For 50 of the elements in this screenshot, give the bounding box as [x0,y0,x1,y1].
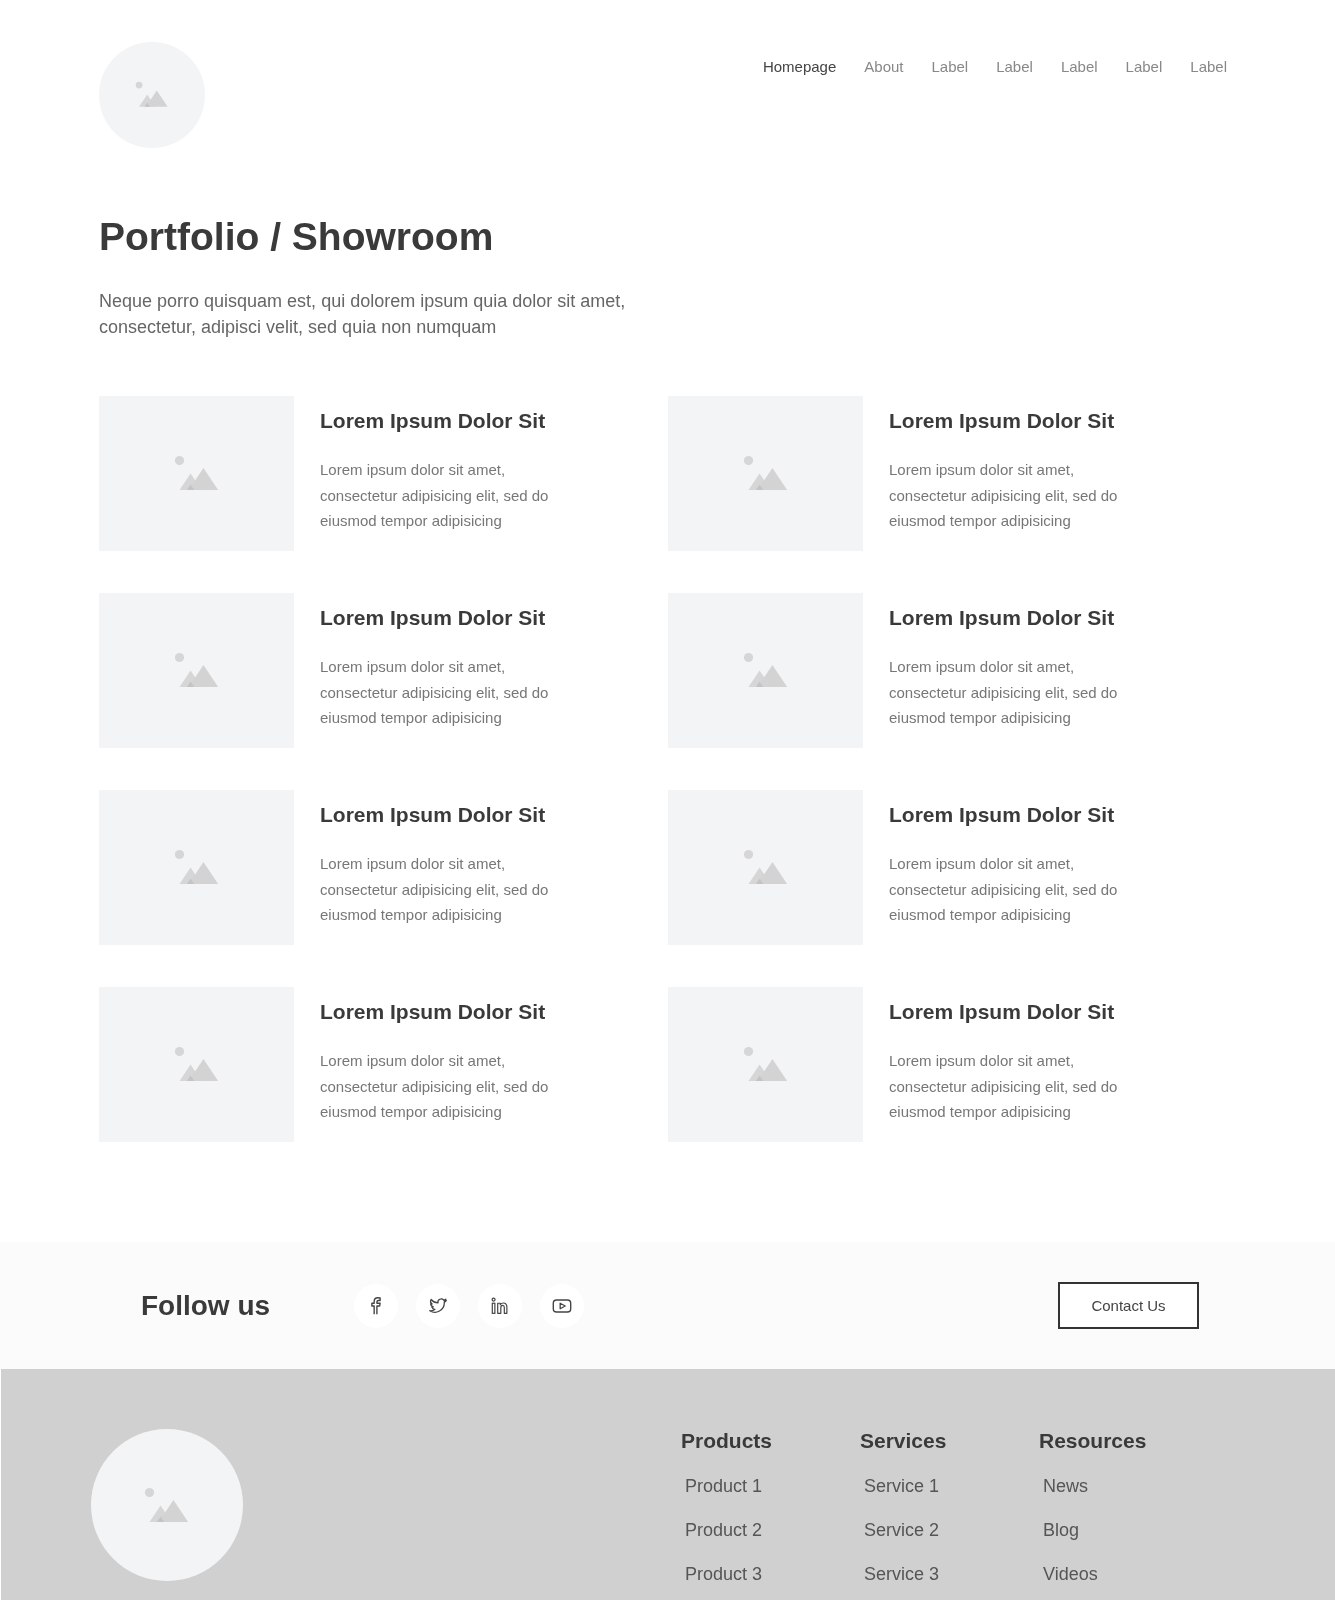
footer-link[interactable]: Videos [1043,1561,1218,1588]
image-icon [135,81,169,109]
image-icon [173,652,220,689]
footer-link[interactable]: Blog [1043,1517,1218,1544]
card-text: Lorem ipsum dolor sit amet, consectetur adipisicing elit, sed do eiusmod tempor adipisicing [320,460,550,531]
nav-link[interactable]: Label [917,58,983,75]
image-icon [173,1046,220,1083]
footer-heading: Services [860,1428,948,1454]
page-title: Portfolio / Showroom [99,214,495,260]
nav-link[interactable]: Label [1111,58,1177,75]
follow-heading: Follow us [141,1289,272,1322]
image-icon [144,1486,190,1524]
card-text: Lorem ipsum dolor sit amet, consectetur adipisicing elit, sed do eiusmod tempor adipisicing [320,854,550,925]
card-title: Lorem Ipsum Dolor Sit [889,408,1116,434]
card-text: Lorem ipsum dolor sit amet, consectetur adipisicing elit, sed do eiusmod tempor adipisicing [889,1051,1119,1122]
card-text: Lorem ipsum dolor sit amet, consectetur adipisicing elit, sed do eiusmod tempor adipisicing [889,854,1119,925]
linkedin-icon [489,1294,511,1317]
image-icon [173,849,220,886]
intro-text: Neque porro quisquam est, qui dolorem ipsum quia dolor sit amet, consectetur, adipisci velit, sed quia non numquam [99,290,627,339]
nav-link[interactable]: Label [1046,58,1112,75]
footer-link[interactable]: Service 3 [864,1561,1039,1588]
card-title: Lorem Ipsum Dolor Sit [889,999,1116,1025]
image-icon [742,849,789,886]
card-title: Lorem Ipsum Dolor Sit [320,605,547,631]
card-text: Lorem ipsum dolor sit amet, consectetur adipisicing elit, sed do eiusmod tempor adipisicing [320,1051,550,1122]
card-title: Lorem Ipsum Dolor Sit [320,999,547,1025]
footer-link[interactable]: Product 3 [685,1561,860,1588]
footer-heading: Products [681,1428,773,1454]
nav-link[interactable]: Label [1176,58,1227,75]
image-icon [742,652,789,689]
nav-link[interactable]: About [850,58,918,75]
card-title: Lorem Ipsum Dolor Sit [889,802,1116,828]
image-icon [742,1046,789,1083]
card-text: Lorem ipsum dolor sit amet, consectetur adipisicing elit, sed do eiusmod tempor adipisicing [320,657,550,728]
contact-button[interactable]: Contact Us [1058,1282,1199,1329]
nav-link[interactable]: Label [982,58,1047,75]
card-title: Lorem Ipsum Dolor Sit [320,408,547,434]
card-title: Lorem Ipsum Dolor Sit [320,802,547,828]
footer-link[interactable]: Service 2 [864,1517,1039,1544]
image-icon [742,455,789,492]
card-title: Lorem Ipsum Dolor Sit [889,605,1116,631]
card-text: Lorem ipsum dolor sit amet, consectetur adipisicing elit, sed do eiusmod tempor adipisicing [889,460,1119,531]
footer-link[interactable]: News [1043,1473,1218,1500]
nav-link[interactable]: Homepage [762,58,851,75]
footer-heading: Resources [1039,1428,1148,1454]
card-text: Lorem ipsum dolor sit amet, consectetur adipisicing elit, sed do eiusmod tempor adipisicing [889,657,1119,728]
footer-link[interactable]: Product 2 [685,1517,860,1544]
footer-link[interactable]: Product 1 [685,1473,860,1500]
footer-link[interactable]: Service 1 [864,1473,1039,1500]
image-icon [173,455,220,492]
